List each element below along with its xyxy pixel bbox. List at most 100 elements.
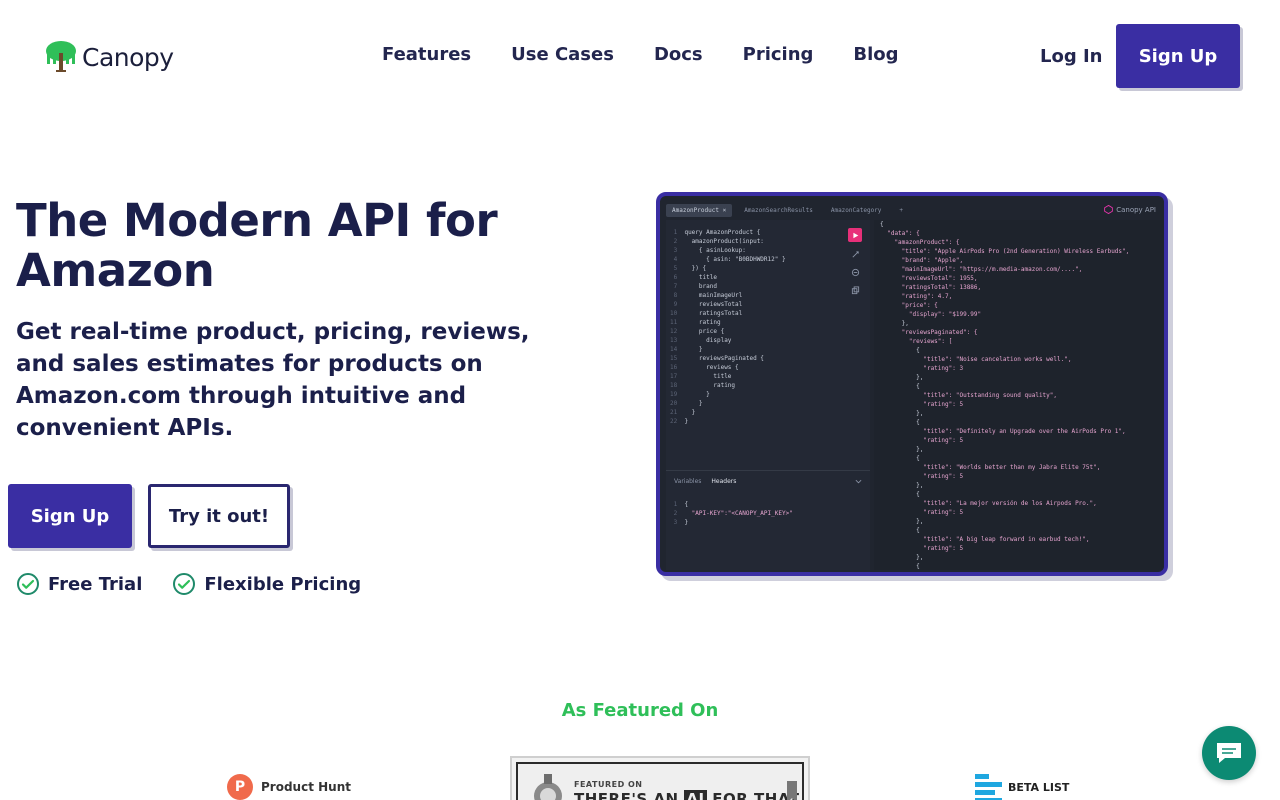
brand-name: Canopy <box>82 42 174 72</box>
code-line: "rating": 5 <box>880 509 964 516</box>
beta-list-label: BETA LIST <box>1008 780 1070 794</box>
aift-badge-inner: FEATURED ON THERE'S AN AI FOR THAT <box>516 762 804 800</box>
code-line: "brand": "Apple", <box>880 257 964 264</box>
result-pane: { "data": { "amazonProduct": { "title": … <box>874 220 1164 570</box>
copy-icon[interactable] <box>851 286 860 295</box>
hero-title: The Modern API for Amazon <box>16 194 498 297</box>
code-line: 2 amazonProduct(input: <box>670 238 764 245</box>
featured-title: As Featured On <box>561 700 719 721</box>
code-line: }, <box>880 410 924 417</box>
code-line: "data": { <box>880 230 920 237</box>
nav-link-pricing[interactable]: Pricing <box>743 44 814 65</box>
perk-free-trial: Free Trial <box>16 572 142 596</box>
perk-label: Free Trial <box>48 573 143 595</box>
theres-an-ai-for-that-badge[interactable]: FEATURED ON THERE'S AN AI FOR THAT <box>510 756 810 800</box>
editor-tab-category[interactable]: AmazonCategory <box>825 204 888 217</box>
code-line: 1 query AmazonProduct { <box>670 229 761 236</box>
code-line: "rating": 5 <box>880 401 964 408</box>
code-line: 10 ratingsTotal <box>670 310 743 317</box>
code-line: "reviewsTotal": 1955, <box>880 275 978 282</box>
code-line: "title": "Worlds better than my Jabra El… <box>880 464 1101 471</box>
beta-list-logo[interactable]: BETA LIST <box>975 774 1069 800</box>
add-tab-button[interactable]: + <box>893 204 909 217</box>
merge-icon[interactable] <box>851 268 860 277</box>
nav-link-blog[interactable]: Blog <box>853 44 898 65</box>
result-code: { "data": { "amazonProduct": { "title": … <box>880 220 1130 572</box>
try-it-out-button[interactable]: Try it out! <box>148 484 290 548</box>
code-line: }, <box>880 374 924 381</box>
code-line: 14 } <box>670 346 703 353</box>
code-line: "title": "Definitely an Upgrade over the… <box>880 428 1126 435</box>
code-line: "price": { <box>880 302 938 309</box>
variables-tab[interactable]: Variables <box>674 478 701 485</box>
run-query-button[interactable] <box>848 228 862 242</box>
logo[interactable]: Canopy <box>44 40 174 74</box>
code-line: 16 reviews { <box>670 364 739 371</box>
code-line: 6 title <box>670 274 717 281</box>
code-line: "rating": 5 <box>880 473 964 480</box>
code-line: "reviews": [ <box>880 338 953 345</box>
nav-link-docs[interactable]: Docs <box>654 44 703 65</box>
code-line: "rating": 4.7, <box>880 293 953 300</box>
code-line: 9 reviewsTotal <box>670 301 743 308</box>
login-link[interactable]: Log In <box>1040 46 1103 67</box>
code-line: 17 title <box>670 373 732 380</box>
chat-widget-button[interactable] <box>1202 726 1256 780</box>
code-line: { <box>880 221 884 228</box>
code-line: "title": "Outstanding sound quality", <box>880 392 1058 399</box>
headers-tab[interactable]: Headers <box>711 478 736 485</box>
perk-flexible-pricing: Flexible Pricing <box>172 572 361 596</box>
code-line: "rating": 3 <box>880 365 964 372</box>
code-line: 2 "API-KEY":"<CANOPY_API_KEY>" <box>670 510 793 517</box>
play-icon <box>852 232 858 238</box>
code-line: "ratingsTotal": 13886, <box>880 284 982 291</box>
code-line: 15 reviewsPaginated { <box>670 355 764 362</box>
chevron-down-icon[interactable] <box>855 478 862 485</box>
editor-tab-amazon-product[interactable]: AmazonProduct × <box>666 203 733 217</box>
product-hunt-logo[interactable]: P Product Hunt <box>227 774 351 800</box>
editor-tabs: AmazonProduct × AmazonSearchResults Amaz… <box>666 202 915 218</box>
code-line: { <box>880 563 920 570</box>
code-line: 4 { asin: "B0BDHWDR12" } <box>670 256 786 263</box>
code-line: "display": "$199.99" <box>880 311 982 318</box>
variables-headers-bar: Variables Headers <box>666 470 870 492</box>
editor-brand-label: Canopy API <box>1116 205 1156 214</box>
code-line: }, <box>880 482 924 489</box>
product-hunt-label: Product Hunt <box>261 780 351 794</box>
query-code[interactable]: 1 query AmazonProduct { 2 amazonProduct(… <box>670 228 786 426</box>
nav-link-features[interactable]: Features <box>382 44 471 65</box>
editor-tab-search-results[interactable]: AmazonSearchResults <box>738 204 819 217</box>
query-pane[interactable]: 1 query AmazonProduct { 2 amazonProduct(… <box>666 220 870 570</box>
robot-icon <box>534 774 562 800</box>
code-line: { <box>880 347 920 354</box>
editor-brand: Canopy API <box>1104 205 1156 214</box>
code-line: 20 } <box>670 400 703 407</box>
perks-list: Free Trial Flexible Pricing <box>16 572 391 596</box>
code-line: 7 brand <box>670 283 717 290</box>
graphql-icon <box>1104 205 1114 214</box>
code-line: 1 { <box>670 501 689 508</box>
product-hunt-icon: P <box>227 774 253 800</box>
nav-signup-button[interactable]: Sign Up <box>1116 24 1240 88</box>
code-line: "rating": 5 <box>880 545 964 552</box>
code-line: { <box>880 383 920 390</box>
headers-code[interactable]: 1 { 2 "API-KEY":"<CANOPY_API_KEY>" 3 } <box>670 500 793 527</box>
code-line: }, <box>880 320 909 327</box>
code-line: "title": "Noise cancelation works well."… <box>880 356 1072 363</box>
hero-signup-button[interactable]: Sign Up <box>8 484 132 548</box>
code-line: 18 rating <box>670 382 736 389</box>
prettify-icon[interactable] <box>851 250 860 259</box>
code-line: 5 }) { <box>670 265 707 272</box>
code-line: 12 price { <box>670 328 725 335</box>
code-line: "reviewsPaginated": { <box>880 329 978 336</box>
code-line: 22 } <box>670 418 689 425</box>
code-line: { <box>880 455 920 462</box>
tree-logo-icon <box>46 41 76 72</box>
top-nav: Canopy Features Use Cases Docs Pricing B… <box>0 0 1280 110</box>
code-line: "title": "Apple AirPods Pro (2nd Generat… <box>880 248 1130 255</box>
code-line: 19 } <box>670 391 710 398</box>
code-line: "amazonProduct": { <box>880 239 960 246</box>
code-line: { <box>880 419 920 426</box>
code-line: { <box>880 491 920 498</box>
nav-link-use-cases[interactable]: Use Cases <box>511 44 614 65</box>
